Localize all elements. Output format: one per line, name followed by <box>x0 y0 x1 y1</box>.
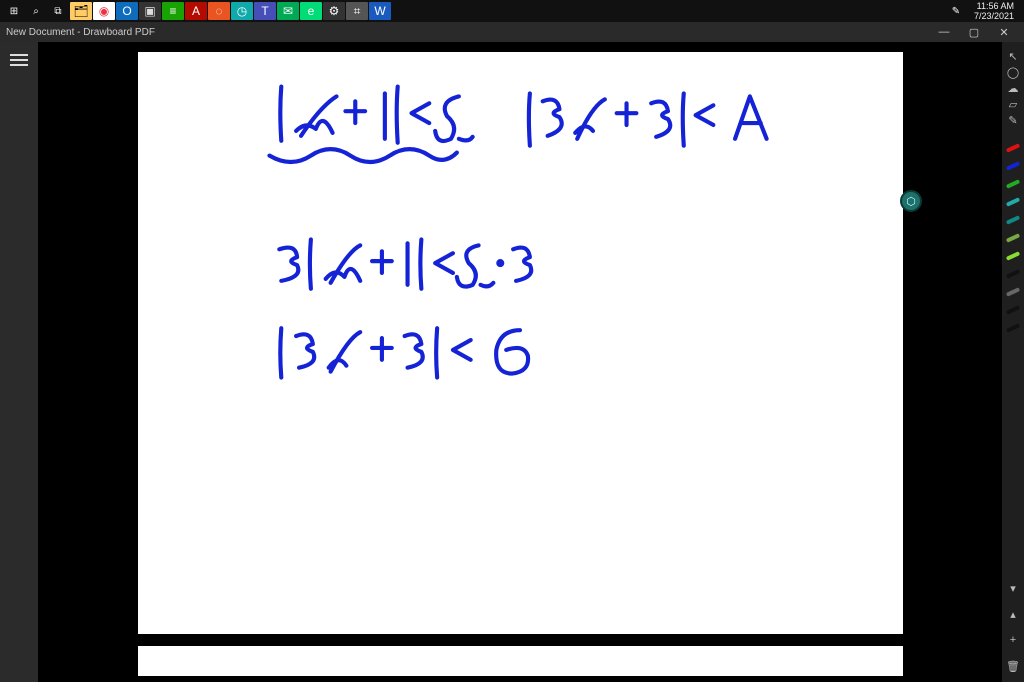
pen-green-icon[interactable] <box>1006 179 1020 189</box>
close-button[interactable]: ✕ <box>990 23 1018 41</box>
taskbar-app-file-explorer[interactable]: 🗂 <box>70 2 92 20</box>
canvas-area[interactable]: ⬡ <box>38 42 1002 682</box>
pen-blue-icon[interactable] <box>1006 161 1020 171</box>
taskbar-app-outlook[interactable]: O <box>116 2 138 20</box>
start-button[interactable]: ⊞ <box>4 2 24 20</box>
pen-workspace-icon[interactable]: ✎ <box>946 2 966 20</box>
taskbar-app-acrobat[interactable]: A <box>185 2 207 20</box>
pen-black1-icon[interactable] <box>1006 269 1020 279</box>
app-titlebar: New Document - Drawboard PDF — ▢ ✕ <box>0 22 1024 42</box>
search-icon[interactable]: ⌕ <box>26 2 46 20</box>
taskbar-app-libre[interactable]: ≡ <box>162 2 184 20</box>
taskbar-app-word[interactable]: W <box>369 2 391 20</box>
pen-lime-icon[interactable] <box>1006 251 1020 261</box>
taskbar-app-ubuntu[interactable]: ◌ <box>208 2 230 20</box>
clock-time: 11:56 AM <box>974 1 1014 11</box>
pen-red-icon[interactable] <box>1006 143 1020 153</box>
pen-icon[interactable]: ✎ <box>1005 112 1021 128</box>
taskbar-app-terminal[interactable]: ▣ <box>139 2 161 20</box>
right-tool-rail: ↖◯☁▱✎ ▾ ▴ + 🗑 <box>1002 42 1024 682</box>
selection-tool-icon[interactable]: ↖ <box>1005 48 1021 64</box>
chevron-icon[interactable]: ▾ <box>1005 580 1021 596</box>
cloud-icon[interactable]: ☁ <box>1005 80 1021 96</box>
minimize-button[interactable]: — <box>930 23 958 41</box>
app-title: New Document - Drawboard PDF <box>6 27 155 38</box>
taskview-icon[interactable]: ⧉ <box>48 2 68 20</box>
taskbar-app-edge[interactable]: e <box>300 2 322 20</box>
taskbar-app-mail[interactable]: ✉ <box>277 2 299 20</box>
chevron-up-icon[interactable]: ▴ <box>1005 606 1021 622</box>
taskbar-app-teams[interactable]: T <box>254 2 276 20</box>
pen-cyan-icon[interactable] <box>1006 197 1020 207</box>
ink-layer <box>138 52 903 634</box>
pen-teal-icon[interactable] <box>1006 215 1020 225</box>
eraser-icon[interactable]: ▱ <box>1005 96 1021 112</box>
left-rail <box>0 42 38 682</box>
windows-taskbar: ⊞ ⌕ ⧉ 🗂◉O▣≡A◌◷T✉e⚙⌗W ✎ 11:56 AM 7/23/202… <box>0 0 1024 22</box>
pen-black2-icon[interactable] <box>1006 305 1020 315</box>
maximize-button[interactable]: ▢ <box>960 23 988 41</box>
taskbar-app-chrome[interactable]: ◉ <box>93 2 115 20</box>
plus-icon[interactable]: + <box>1005 632 1021 648</box>
hamburger-menu-icon[interactable] <box>7 48 31 72</box>
taskbar-app-drawboard[interactable]: ◷ <box>231 2 253 20</box>
taskbar-app-settings[interactable]: ⚙ <box>323 2 345 20</box>
app-body: ⬡ ↖◯☁▱✎ ▾ ▴ + 🗑 <box>0 42 1024 682</box>
clock-date: 7/23/2021 <box>974 11 1014 21</box>
pen-olive-icon[interactable] <box>1006 233 1020 243</box>
system-clock[interactable]: 11:56 AM 7/23/2021 <box>974 1 1014 21</box>
pen-black3-icon[interactable] <box>1006 323 1020 333</box>
pen-gray-icon[interactable] <box>1006 287 1020 297</box>
pdf-page-next[interactable] <box>138 646 903 676</box>
floating-radial-menu-icon[interactable]: ⬡ <box>900 190 922 212</box>
lasso-tool-icon[interactable]: ◯ <box>1005 64 1021 80</box>
pdf-page[interactable] <box>138 46 903 636</box>
taskbar-app-calc[interactable]: ⌗ <box>346 2 368 20</box>
trash-icon[interactable]: 🗑 <box>1005 658 1021 674</box>
